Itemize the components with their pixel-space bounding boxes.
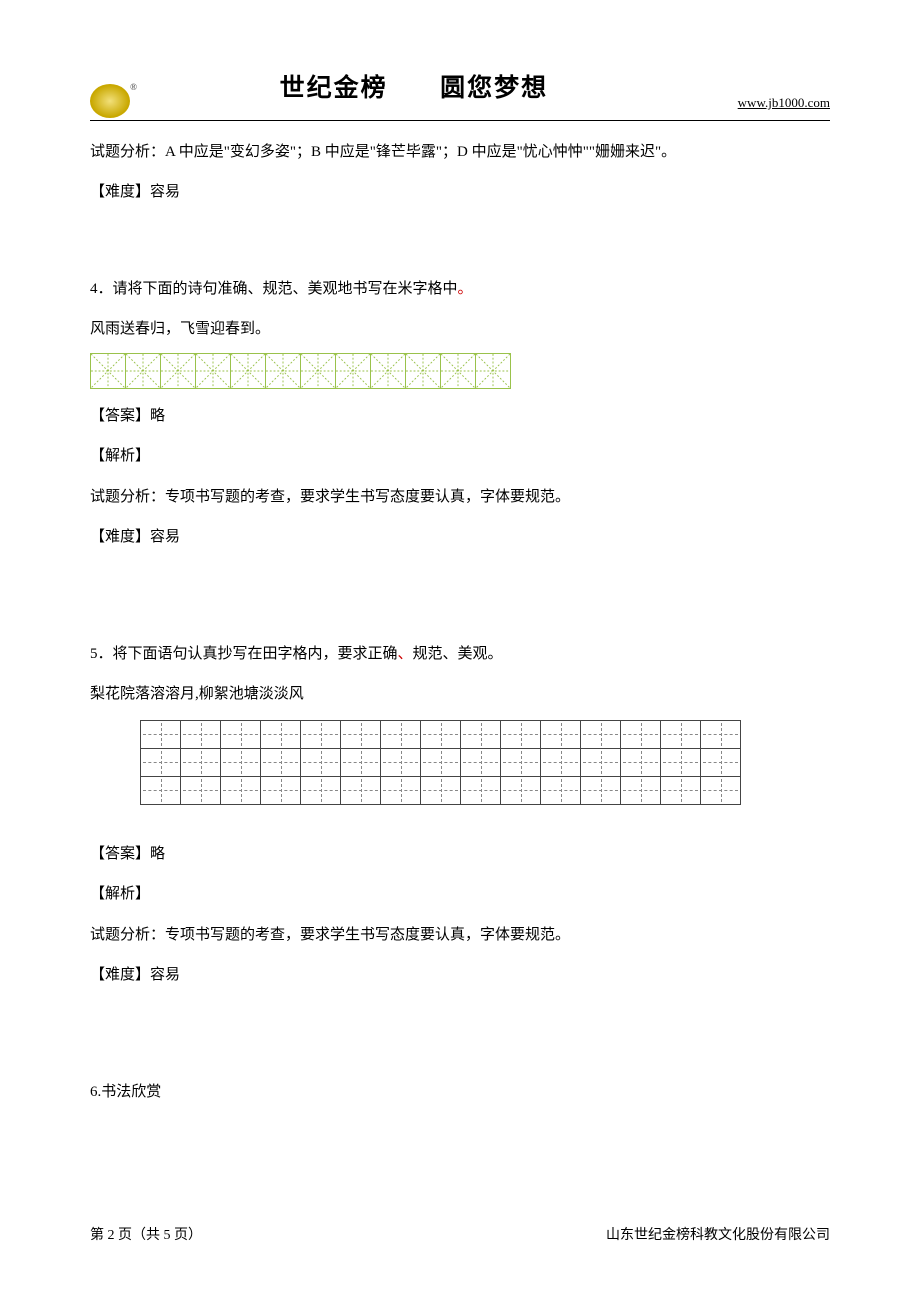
q5-text-c: 规范、美观。: [413, 646, 503, 662]
answer-5: 【答案】略: [90, 837, 830, 872]
mi-cell: [125, 353, 161, 389]
jiexi-5: 【解析】: [90, 877, 830, 912]
jiexi-4: 【解析】: [90, 439, 830, 474]
page: 世纪金榜 圆您梦想 www.jb1000.com 试题分析：A 中应是"变幻多姿…: [0, 0, 920, 1302]
mi-cell: [160, 353, 196, 389]
question-6: 6.书法欣赏: [90, 1075, 830, 1110]
mi-cell: [265, 353, 301, 389]
q4-sentence: 风雨送春归，飞雪迎春到。: [90, 312, 830, 347]
mi-cell: [440, 353, 476, 389]
header: 世纪金榜 圆您梦想 www.jb1000.com: [90, 60, 830, 121]
company-name: 山东世纪金榜科教文化股份有限公司: [606, 1220, 830, 1252]
question-4: 4．请将下面的诗句准确、规范、美观地书写在米字格中。: [90, 272, 830, 307]
mi-cell: [335, 353, 371, 389]
q5-punct: 、: [398, 646, 413, 662]
mi-cell: [195, 353, 231, 389]
mi-grid: [90, 353, 830, 389]
mi-cell: [230, 353, 266, 389]
mi-cell: [370, 353, 406, 389]
header-title: 世纪金榜 圆您梦想: [90, 60, 738, 118]
title-left: 世纪金榜: [280, 75, 388, 102]
logo-wrap: [90, 84, 130, 118]
title-right: 圆您梦想: [440, 75, 548, 102]
q4-period: 。: [458, 281, 473, 297]
analysis-prev: 试题分析：A 中应是"变幻多姿"；B 中应是"锋芒毕露"；D 中应是"忧心忡忡"…: [90, 135, 830, 170]
mi-cell: [475, 353, 511, 389]
logo-icon: [90, 84, 130, 118]
mi-cell: [90, 353, 126, 389]
q4-text: 4．请将下面的诗句准确、规范、美观地书写在米字格中: [90, 281, 458, 297]
question-5: 5．将下面语句认真抄写在田字格内，要求正确、规范、美观。: [90, 637, 830, 672]
mi-cell: [300, 353, 336, 389]
tian-grid: [140, 720, 830, 805]
analysis-5: 试题分析：专项书写题的考查，要求学生书写态度要认真，字体要规范。: [90, 918, 830, 953]
answer-4: 【答案】略: [90, 399, 830, 434]
mi-cell: [405, 353, 441, 389]
content: 试题分析：A 中应是"变幻多姿"；B 中应是"锋芒毕露"；D 中应是"忧心忡忡"…: [90, 135, 830, 1110]
footer: 第 2 页（共 5 页） 山东世纪金榜科教文化股份有限公司: [90, 1220, 830, 1252]
q5-sentence: 梨花院落溶溶月,柳絮池塘淡淡风: [90, 677, 830, 712]
difficulty-5: 【难度】容易: [90, 958, 830, 993]
header-url[interactable]: www.jb1000.com: [738, 88, 830, 118]
analysis-4: 试题分析：专项书写题的考查，要求学生书写态度要认真，字体要规范。: [90, 480, 830, 515]
difficulty-4: 【难度】容易: [90, 520, 830, 555]
q5-text-a: 5．将下面语句认真抄写在田字格内，要求正确: [90, 646, 398, 662]
page-number: 第 2 页（共 5 页）: [90, 1220, 202, 1252]
difficulty-prev: 【难度】容易: [90, 175, 830, 210]
